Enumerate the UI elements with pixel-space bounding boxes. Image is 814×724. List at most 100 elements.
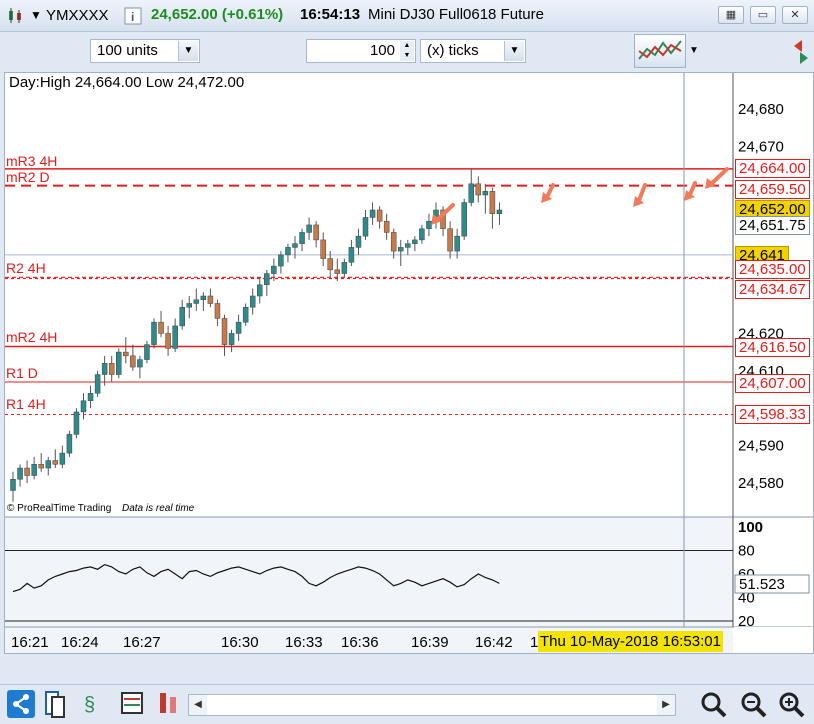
candle[interactable]	[334, 269, 341, 274]
candle[interactable]	[66, 434, 73, 454]
candle[interactable]	[341, 262, 348, 274]
candle[interactable]	[158, 321, 164, 334]
units-select[interactable]: 100 units ▼	[90, 39, 200, 63]
candle[interactable]	[419, 228, 425, 241]
candle[interactable]	[165, 333, 171, 349]
candle[interactable]	[320, 239, 326, 259]
close-icon[interactable]: ✕	[782, 6, 808, 24]
scroll-right-icon[interactable]: ▶	[657, 695, 675, 715]
candle[interactable]	[482, 191, 489, 196]
candle[interactable]	[327, 258, 333, 271]
candle[interactable]	[116, 351, 122, 375]
candle[interactable]	[426, 220, 432, 229]
candle[interactable]	[390, 232, 397, 252]
candle[interactable]	[447, 228, 453, 252]
candle[interactable]	[59, 452, 66, 465]
candle[interactable]	[249, 295, 256, 308]
candle[interactable]	[38, 464, 44, 469]
candle[interactable]	[235, 321, 242, 334]
candle[interactable]	[52, 460, 59, 465]
chevron-down-icon[interactable]: ▼	[504, 41, 524, 61]
candle[interactable]	[398, 247, 404, 252]
candle[interactable]	[186, 303, 192, 308]
candle[interactable]	[228, 333, 235, 345]
candle[interactable]	[45, 460, 51, 469]
candle[interactable]	[193, 299, 200, 304]
candle[interactable]	[108, 363, 115, 375]
candle[interactable]	[383, 220, 390, 233]
candle[interactable]	[80, 400, 87, 413]
chart-panel[interactable]: 24,680 24,670 24,620 24,610 24,590 24,580 100 8…	[4, 72, 814, 654]
candle[interactable]	[17, 467, 23, 480]
candle[interactable]	[207, 295, 214, 304]
candle[interactable]	[475, 183, 482, 196]
pattern-icon[interactable]	[118, 689, 148, 719]
info-icon[interactable]: i	[124, 7, 142, 25]
candle[interactable]	[257, 284, 263, 297]
ticks-value: 100	[369, 42, 395, 59]
candle[interactable]	[151, 321, 157, 345]
candle[interactable]	[242, 306, 249, 323]
chart-tools-button[interactable]	[634, 34, 686, 68]
candle[interactable]	[355, 235, 362, 248]
candle[interactable]	[214, 303, 221, 319]
candle[interactable]	[496, 209, 503, 214]
candle[interactable]	[362, 217, 369, 237]
candle[interactable]	[144, 344, 150, 360]
drawing-tools-icon[interactable]: §	[80, 689, 110, 719]
minimize-icon[interactable]: ▭	[750, 6, 776, 24]
grid-icon[interactable]: ▦	[718, 6, 744, 24]
candle[interactable]	[299, 232, 305, 244]
candle[interactable]	[271, 265, 277, 274]
zoom-fit-icon[interactable]	[698, 689, 728, 719]
candle[interactable]	[101, 363, 108, 375]
sync-icon[interactable]	[790, 36, 812, 68]
candle[interactable]	[348, 247, 355, 263]
chevron-down-icon[interactable]: ▼	[686, 34, 702, 68]
chevron-down-icon[interactable]: ▼	[178, 41, 198, 61]
candle[interactable]	[10, 479, 16, 491]
candle[interactable]	[87, 392, 94, 401]
price-chart[interactable]: 24,68024,67024,62024,61024,59024,5801008…	[5, 73, 813, 653]
candle[interactable]	[73, 411, 80, 435]
candle[interactable]	[461, 202, 467, 237]
candle[interactable]	[489, 191, 496, 214]
ticks-unit-select[interactable]: (x) ticks ▼	[420, 39, 526, 63]
spin-down-icon[interactable]: ▼	[400, 51, 414, 61]
candle[interactable]	[130, 355, 136, 368]
symbol-label[interactable]: YMXXXX	[46, 7, 109, 24]
candle[interactable]	[137, 359, 143, 368]
candle[interactable]	[278, 254, 284, 267]
layout-icon[interactable]	[42, 689, 72, 719]
candle[interactable]	[405, 243, 411, 248]
candle[interactable]	[172, 325, 178, 349]
candle[interactable]	[468, 183, 474, 203]
scroll-left-icon[interactable]: ◀	[189, 695, 207, 715]
candle[interactable]	[313, 224, 319, 241]
ticks-input[interactable]: 100 ▲ ▼	[306, 39, 416, 63]
zoom-in-icon[interactable]	[776, 689, 806, 719]
level-label: mR2 D	[6, 169, 50, 185]
candle[interactable]	[31, 464, 37, 476]
candle[interactable]	[123, 351, 129, 357]
candle[interactable]	[179, 306, 185, 327]
candle[interactable]	[369, 209, 376, 218]
candle[interactable]	[376, 209, 383, 222]
candle[interactable]	[285, 247, 291, 256]
candle[interactable]	[94, 374, 101, 394]
candle[interactable]	[454, 235, 460, 252]
candle[interactable]	[221, 318, 228, 345]
bars-icon[interactable]	[154, 689, 184, 719]
candlestick-icon[interactable]	[6, 7, 24, 25]
zoom-out-icon[interactable]	[738, 689, 768, 719]
candle[interactable]	[292, 243, 298, 248]
candle[interactable]	[24, 467, 30, 476]
time-scrollbar[interactable]: ◀ ▶	[188, 694, 676, 716]
candle[interactable]	[200, 295, 207, 300]
symbol-dropdown-icon[interactable]: ▼	[30, 8, 42, 22]
share-icon[interactable]	[6, 689, 36, 719]
candle[interactable]	[264, 273, 270, 286]
candle[interactable]	[306, 224, 312, 233]
candle[interactable]	[412, 239, 418, 244]
spin-up-icon[interactable]: ▲	[400, 41, 414, 51]
